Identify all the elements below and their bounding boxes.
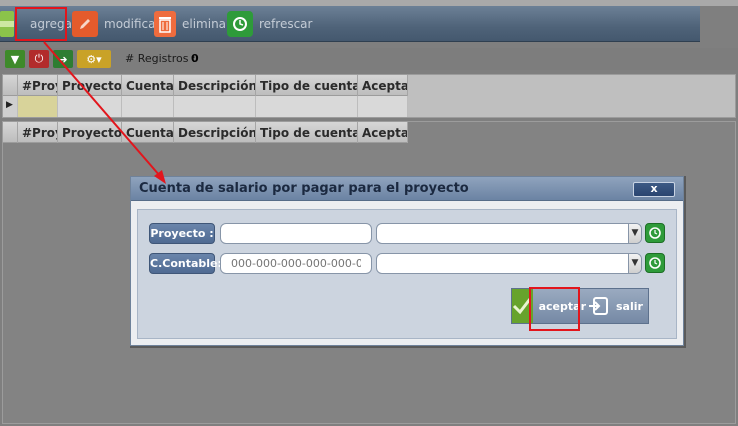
refresh-icon xyxy=(227,11,253,37)
account-select[interactable]: ▼ xyxy=(376,253,642,274)
project-select[interactable]: ▼ xyxy=(376,223,642,244)
dialog-body: Proyecto : ▼ C.Contable: ▼ aceptar xyxy=(137,209,677,339)
column-header[interactable]: Acepta xyxy=(358,122,408,143)
column-header[interactable]: Acepta xyxy=(358,75,408,96)
table-cell[interactable] xyxy=(358,96,408,117)
exit-icon xyxy=(589,297,608,315)
column-header[interactable]: #Proy xyxy=(18,75,58,96)
export-icon[interactable]: ➜ xyxy=(53,50,73,68)
account-label: C.Contable: xyxy=(149,253,222,274)
records-count: 0 xyxy=(191,52,199,65)
grid-header: #Proy Proyecto Cuenta Descripción Tipo d… xyxy=(3,75,408,96)
column-header[interactable]: Proyecto xyxy=(58,75,122,96)
project-refresh-button[interactable] xyxy=(645,223,665,243)
table-cell[interactable] xyxy=(174,96,256,117)
column-header[interactable]: Proyecto xyxy=(58,122,122,143)
column-header[interactable]: Cuenta xyxy=(122,75,174,96)
column-header[interactable]: Cuenta xyxy=(122,122,174,143)
export-down-icon[interactable]: ▼ xyxy=(5,50,25,68)
chevron-down-icon: ▼ xyxy=(628,224,641,243)
refresh-icon xyxy=(649,227,661,239)
column-header[interactable]: Descripción xyxy=(174,75,256,96)
edit-button-label: modificar xyxy=(104,17,161,31)
column-header[interactable]: #Proy xyxy=(18,122,58,143)
annotation-box-add xyxy=(15,7,67,41)
account-dialog: Cuenta de salario por pagar para el proy… xyxy=(130,176,684,346)
table-cell[interactable] xyxy=(18,96,58,117)
refresh-button[interactable]: refrescar xyxy=(227,9,312,39)
column-header[interactable]: Descripción xyxy=(174,122,256,143)
edit-button[interactable]: modificar xyxy=(72,9,160,39)
main-toolbar: agregar modificar eliminar refrescar xyxy=(0,6,700,42)
grid-header-indicator xyxy=(3,122,18,143)
column-header[interactable]: Tipo de cuenta xyxy=(256,122,358,143)
account-input[interactable] xyxy=(220,253,372,274)
refresh-icon xyxy=(649,257,661,269)
annotation-box-accept xyxy=(529,287,580,331)
plus-icon xyxy=(0,11,14,37)
records-label: # Registros : xyxy=(125,52,196,65)
project-grid: #Proy Proyecto Cuenta Descripción Tipo d… xyxy=(2,74,736,118)
pencil-icon xyxy=(72,11,98,37)
settings-dropdown-icon[interactable]: ⚙▾ xyxy=(77,50,111,68)
project-label: Proyecto : xyxy=(149,223,215,244)
grid-header-indicator xyxy=(3,75,18,96)
column-header[interactable]: Tipo de cuenta xyxy=(256,75,358,96)
refresh-button-label: refrescar xyxy=(259,17,313,31)
trash-icon xyxy=(154,11,176,37)
delete-button[interactable]: eliminar xyxy=(154,9,231,39)
table-cell[interactable] xyxy=(256,96,358,117)
table-cell[interactable] xyxy=(58,96,122,117)
project-input[interactable] xyxy=(220,223,372,244)
delete-button-label: eliminar xyxy=(182,17,231,31)
power-icon[interactable]: ⏻ xyxy=(29,50,49,68)
dialog-titlebar[interactable]: Cuenta de salario por pagar para el proy… xyxy=(131,177,683,201)
grid-toolbar: ▼ ⏻ ➜ ⚙▾ # Registros : 0 xyxy=(0,48,738,70)
dialog-title: Cuenta de salario por pagar para el proy… xyxy=(139,181,469,196)
row-indicator-icon: ▶ xyxy=(3,96,18,117)
grid-header: #Proy Proyecto Cuenta Descripción Tipo d… xyxy=(3,122,408,143)
table-cell[interactable] xyxy=(122,96,174,117)
table-row[interactable]: ▶ xyxy=(3,96,408,117)
exit-button-label: salir xyxy=(616,299,643,313)
exit-button[interactable]: salir xyxy=(586,289,648,323)
account-refresh-button[interactable] xyxy=(645,253,665,273)
close-button[interactable]: x xyxy=(633,182,675,197)
chevron-down-icon: ▼ xyxy=(628,254,641,273)
